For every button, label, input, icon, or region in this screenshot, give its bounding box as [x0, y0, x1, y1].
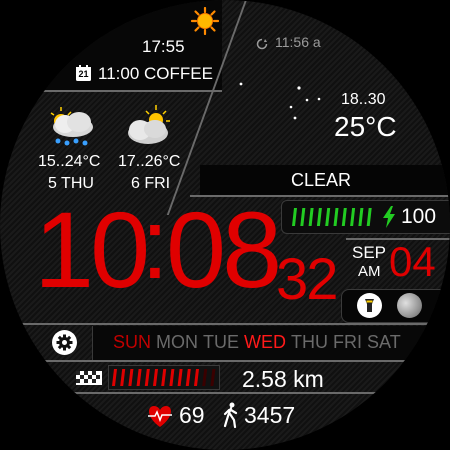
time-ampm: AM — [358, 263, 381, 280]
distance-segment — [161, 369, 167, 386]
distance-segment — [120, 369, 126, 386]
date-month: SEP — [352, 243, 387, 262]
distance-segment — [185, 369, 191, 386]
time-minutes: 08 — [166, 189, 282, 310]
time-hours: 10 — [34, 189, 150, 310]
gear-icon — [56, 334, 73, 351]
current-temperature: 25°C — [334, 111, 397, 142]
sun-cloud-icon — [122, 105, 178, 151]
distance-segment — [128, 369, 134, 386]
distance-segment — [136, 369, 142, 386]
alarm-icon — [256, 37, 268, 50]
battery-segment — [300, 208, 306, 226]
battery-segment — [316, 208, 322, 226]
rain-cloud-icon — [43, 105, 99, 151]
distance-progress — [108, 365, 220, 390]
forecast-temp-1: 15..24°C — [38, 153, 101, 170]
divider — [0, 360, 450, 362]
battery-level: 100 — [401, 205, 437, 228]
distance-segment — [144, 369, 150, 386]
battery-segment — [341, 208, 347, 226]
distance-segment — [194, 369, 199, 386]
battery-segment — [292, 208, 297, 226]
weekday-sun: SUN — [113, 332, 152, 352]
distance-segment — [169, 369, 175, 386]
step-count: 3457 — [244, 402, 296, 428]
weekday-sat: SAT — [367, 332, 401, 352]
date-day: 04 — [389, 238, 436, 285]
weekday-tue: TUE — [203, 332, 240, 352]
moon-phase-icon — [397, 293, 422, 318]
watch-face: 17:55 21 11:00 COFFEE 15..24°C 5 THU 17.… — [0, 0, 450, 450]
weekday-fri: FRI — [333, 332, 363, 352]
distance-segment — [202, 369, 208, 386]
calendar-day: 21 — [78, 69, 89, 79]
battery-segment — [325, 208, 331, 226]
moon-stars-icon — [235, 70, 330, 135]
divider — [0, 90, 222, 92]
distance-segment — [112, 369, 117, 386]
heart-icon[interactable] — [146, 404, 174, 428]
flashlight-button[interactable] — [357, 293, 382, 318]
distance-progress-graphic — [112, 369, 216, 386]
time-colon: : — [141, 188, 169, 300]
battery-segment — [358, 208, 364, 226]
weekday-mon: MON — [156, 332, 199, 352]
distance-value: 2.58 km — [242, 366, 324, 392]
charging-bolt-icon — [382, 206, 396, 228]
battery-segment — [333, 208, 339, 226]
weather-condition: CLEAR — [291, 170, 352, 190]
weekday-list: SUN MON TUE WED THU FRI SAT — [113, 332, 406, 353]
next-event[interactable]: 11:00 COFFEE — [98, 64, 213, 84]
distance-segment — [177, 369, 183, 386]
weekday-wed: WED — [244, 332, 287, 352]
walking-icon — [222, 402, 240, 429]
battery-segment — [350, 208, 356, 226]
distance-segment — [210, 369, 216, 386]
time-seconds: 32 — [276, 247, 338, 312]
alarm-time[interactable]: 11:56 a — [275, 34, 321, 50]
checkered-flag-icon — [76, 371, 102, 385]
sun-icon[interactable] — [190, 6, 220, 36]
divider — [0, 392, 450, 394]
distance-segment — [153, 369, 158, 386]
flashlight-icon — [365, 299, 374, 312]
divider — [0, 323, 450, 325]
settings-button[interactable] — [52, 330, 77, 355]
battery-segments — [290, 208, 374, 226]
weekday-thu: THU — [291, 332, 329, 352]
battery-level-graphic — [292, 208, 372, 226]
heart-rate: 69 — [179, 402, 205, 428]
battery-segment — [366, 208, 372, 226]
forecast-temp-2: 17..26°C — [118, 153, 181, 170]
weather-range: 18..30 — [341, 91, 386, 108]
sunrise-time: 17:55 — [142, 37, 185, 56]
battery-segment — [308, 208, 314, 226]
